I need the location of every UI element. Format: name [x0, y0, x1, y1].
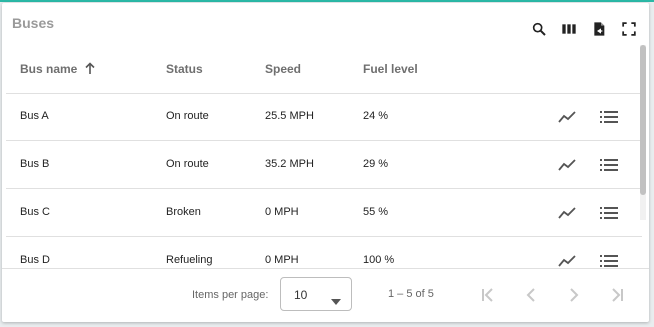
search-button[interactable]	[529, 19, 549, 39]
previous-page-button[interactable]	[520, 284, 542, 306]
last-page-icon	[612, 288, 623, 302]
cell-fuel-level: 24 %	[363, 110, 389, 122]
cell-status: Refueling	[166, 254, 213, 266]
fullscreen-icon	[622, 22, 636, 36]
trending-icon	[558, 255, 576, 267]
list-icon	[600, 207, 618, 219]
cell-bus-name: Bus A	[20, 110, 49, 122]
cell-bus-name: Bus C	[20, 206, 50, 218]
columns-icon	[562, 24, 576, 34]
first-page-button[interactable]	[477, 284, 499, 306]
last-page-button[interactable]	[606, 284, 628, 306]
cell-status: On route	[166, 158, 209, 170]
row-details-button[interactable]	[598, 250, 620, 268]
cell-speed: 0 MPH	[265, 206, 299, 218]
header-bus-name-label: Bus name	[20, 62, 78, 76]
next-page-button[interactable]	[563, 284, 585, 306]
table-row[interactable]: Bus B On route 35.2 MPH 29 %	[6, 141, 642, 189]
trending-icon	[558, 111, 576, 123]
header-status[interactable]: Status	[166, 62, 203, 76]
items-per-page-label: Items per page:	[192, 289, 269, 301]
table-row[interactable]: Bus C Broken 0 MPH 55 %	[6, 189, 642, 237]
page-range-label: 1 – 5 of 5	[388, 288, 434, 300]
scrollbar-thumb[interactable]	[640, 45, 646, 195]
cell-fuel-level: 55 %	[363, 206, 389, 218]
cell-status: Broken	[166, 206, 201, 218]
search-icon	[532, 22, 546, 36]
sort-ascending-icon	[85, 62, 95, 77]
top-accent-line	[0, 0, 654, 2]
list-icon	[600, 255, 618, 267]
list-icon	[600, 111, 618, 123]
cell-bus-name: Bus B	[20, 158, 50, 170]
trending-icon	[558, 159, 576, 171]
chevron-left-icon	[526, 288, 535, 302]
chevron-down-icon	[331, 292, 341, 310]
row-details-button[interactable]	[598, 202, 620, 224]
table-body: Bus A On route 25.5 MPH 24 % Bus B On ro…	[6, 93, 642, 268]
row-details-button[interactable]	[598, 106, 620, 128]
cell-fuel-level: 100 %	[363, 254, 395, 266]
table-title: Buses	[12, 15, 55, 31]
export-button[interactable]	[589, 19, 609, 39]
cell-status: On route	[166, 110, 209, 122]
chevron-right-icon	[570, 288, 579, 302]
table-header-row: Bus name Status Speed Fuel level	[6, 45, 642, 94]
header-speed[interactable]: Speed	[265, 62, 301, 76]
first-page-icon	[482, 288, 493, 302]
table-toolbar	[529, 19, 639, 39]
header-fuel-level[interactable]: Fuel level	[363, 62, 418, 76]
cell-fuel-level: 29 %	[363, 158, 389, 170]
cell-speed: 35.2 MPH	[265, 158, 314, 170]
columns-button[interactable]	[559, 19, 579, 39]
table-pagination: Items per page: 10 1 – 5 of 5	[2, 268, 649, 322]
cell-speed: 25.5 MPH	[265, 110, 314, 122]
row-details-button[interactable]	[598, 154, 620, 176]
cell-bus-name: Bus D	[20, 254, 50, 266]
items-per-page-value: 10	[294, 288, 308, 302]
list-icon	[600, 159, 618, 171]
header-bus-name[interactable]: Bus name	[20, 62, 95, 77]
vertical-scrollbar[interactable]	[640, 45, 646, 220]
export-icon	[594, 22, 605, 36]
fullscreen-button[interactable]	[619, 19, 639, 39]
row-chart-button[interactable]	[556, 250, 578, 268]
table-row[interactable]: Bus A On route 25.5 MPH 24 %	[6, 93, 642, 141]
trending-icon	[558, 207, 576, 219]
cell-speed: 0 MPH	[265, 254, 299, 266]
table-row[interactable]: Bus D Refueling 0 MPH 100 %	[6, 237, 642, 268]
items-per-page-select[interactable]: 10	[280, 277, 352, 311]
row-chart-button[interactable]	[556, 202, 578, 224]
row-chart-button[interactable]	[556, 154, 578, 176]
row-chart-button[interactable]	[556, 106, 578, 128]
buses-table-card: Buses Bus name Status Speed Fuel level B…	[2, 3, 649, 322]
